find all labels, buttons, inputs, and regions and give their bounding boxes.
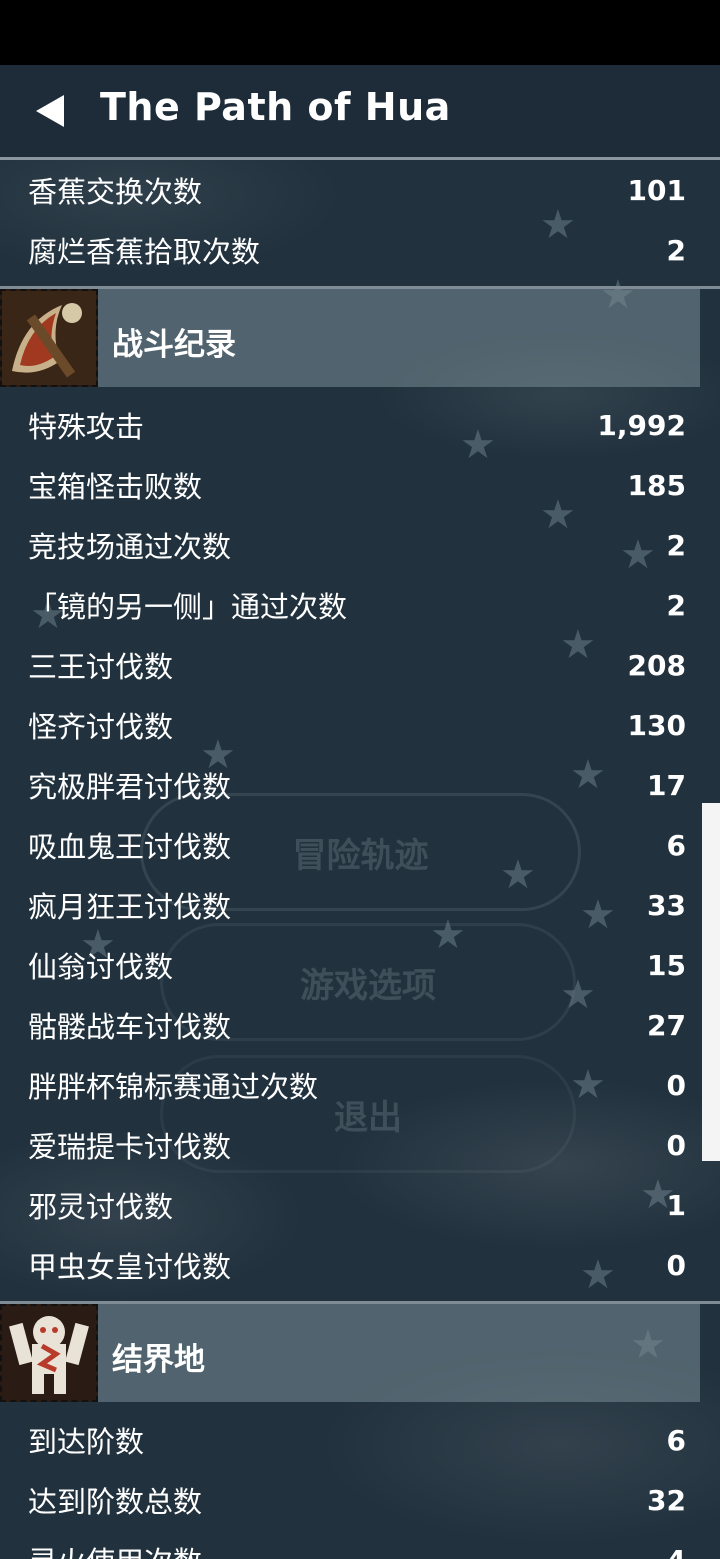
stats-list[interactable]: 香蕉交换次数 101 腐烂香蕉拾取次数 2 战斗纪录 特殊攻击 1,992 宝箱怪…	[0, 160, 720, 1559]
list-item: 胖胖杯锦标赛通过次数 0	[0, 1055, 720, 1115]
stat-value: 2	[666, 528, 686, 562]
stat-value: 0	[666, 1248, 686, 1282]
stat-label: 到达阶数	[28, 1425, 145, 1459]
stat-label: 疯月狂王讨伐数	[28, 890, 232, 924]
stat-label: 怪齐讨伐数	[28, 710, 174, 744]
stat-value: 6	[666, 1423, 686, 1457]
back-button[interactable]	[34, 93, 68, 129]
page-title: The Path of Hua	[100, 85, 451, 129]
stat-value: 130	[627, 708, 686, 742]
status-bar	[0, 0, 720, 65]
list-item: 腐烂香蕉拾取次数 2	[0, 220, 720, 280]
list-item: 宝箱怪击败数 185	[0, 455, 720, 515]
stat-value: 101	[627, 173, 686, 207]
stat-value: 27	[647, 1008, 686, 1042]
axe-weapon-icon	[0, 289, 98, 387]
monkey-character-icon	[0, 1304, 98, 1402]
header-bar: The Path of Hua	[0, 65, 720, 160]
list-item: 三王讨伐数 208	[0, 635, 720, 695]
stat-value: 32	[647, 1483, 686, 1517]
stat-label: 达到阶数总数	[28, 1485, 203, 1519]
list-item: 灵火使用次数 4	[0, 1530, 720, 1559]
list-item: 到达阶数 6	[0, 1410, 720, 1470]
stat-value: 0	[666, 1128, 686, 1162]
stat-value: 6	[666, 828, 686, 862]
list-item: 甲虫女皇讨伐数 0	[0, 1235, 720, 1295]
list-item: 特殊攻击 1,992	[0, 395, 720, 455]
list-item: 疯月狂王讨伐数 33	[0, 875, 720, 935]
stats-screen: ★ ★ ★ ★ ★ ★ ★ ★ ★ ★ ★ ★ ★ ★ ★ ★ ★ ★ 冒险轨迹…	[0, 65, 720, 1559]
stat-value: 33	[647, 888, 686, 922]
stat-value: 208	[627, 648, 686, 682]
stat-label: 特殊攻击	[28, 410, 145, 444]
stat-label: 腐烂香蕉拾取次数	[28, 235, 261, 269]
list-item: 香蕉交换次数 101	[0, 160, 720, 220]
back-arrow-icon	[36, 95, 64, 127]
stat-value: 1,992	[597, 408, 686, 442]
list-item: 达到阶数总数 32	[0, 1470, 720, 1530]
section-header-combat: 战斗纪录	[0, 286, 720, 389]
list-item: 怪齐讨伐数 130	[0, 695, 720, 755]
stat-label: 骷髅战车讨伐数	[28, 1010, 232, 1044]
section-header-barrier: 结界地	[0, 1301, 720, 1404]
scrollbar-thumb[interactable]	[702, 803, 720, 1161]
section-title: 结界地	[112, 1342, 205, 1378]
stat-value: 2	[666, 588, 686, 622]
stat-label: 爱瑞提卡讨伐数	[28, 1130, 232, 1164]
stat-label: 「镜的另一侧」通过次数	[28, 590, 348, 624]
section-band	[0, 1304, 700, 1402]
list-item: 爱瑞提卡讨伐数 0	[0, 1115, 720, 1175]
stat-value: 185	[627, 468, 686, 502]
list-item: 仙翁讨伐数 15	[0, 935, 720, 995]
stat-value: 0	[666, 1068, 686, 1102]
stat-value: 1	[666, 1188, 686, 1222]
list-item: 竞技场通过次数 2	[0, 515, 720, 575]
stat-label: 究极胖君讨伐数	[28, 770, 232, 804]
list-item: 骷髅战车讨伐数 27	[0, 995, 720, 1055]
list-item: 「镜的另一侧」通过次数 2	[0, 575, 720, 635]
list-item: 究极胖君讨伐数 17	[0, 755, 720, 815]
stat-label: 三王讨伐数	[28, 650, 174, 684]
stat-label: 仙翁讨伐数	[28, 950, 174, 984]
section-band	[0, 289, 700, 387]
stat-label: 胖胖杯锦标赛通过次数	[28, 1070, 319, 1104]
stat-label: 竞技场通过次数	[28, 530, 232, 564]
list-item: 邪灵讨伐数 1	[0, 1175, 720, 1235]
stat-value: 2	[666, 233, 686, 267]
stat-value: 4	[667, 1544, 686, 1559]
list-item: 吸血鬼王讨伐数 6	[0, 815, 720, 875]
section-title: 战斗纪录	[112, 327, 236, 363]
stat-value: 17	[647, 768, 686, 802]
stat-value: 15	[647, 948, 686, 982]
stat-label: 吸血鬼王讨伐数	[28, 830, 232, 864]
stat-label: 灵火使用次数	[28, 1539, 202, 1559]
stat-label: 宝箱怪击败数	[28, 470, 203, 504]
stat-label: 甲虫女皇讨伐数	[28, 1250, 232, 1284]
stat-label: 香蕉交换次数	[28, 175, 203, 209]
stat-label: 邪灵讨伐数	[28, 1190, 174, 1224]
